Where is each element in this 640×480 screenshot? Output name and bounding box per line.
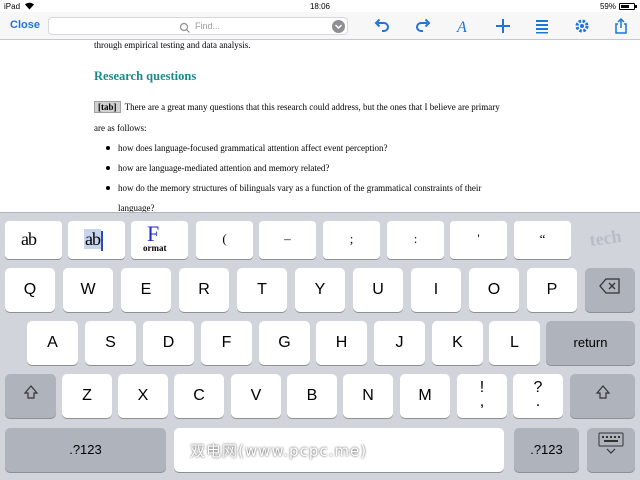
key-question-period[interactable]: ?. [513,374,563,418]
paragraph-line: [tab] There are a great many questions t… [94,101,500,113]
key-u[interactable]: U [353,268,403,312]
battery-icon [619,3,637,10]
tech-logo: tech [577,221,634,259]
key-f[interactable]: F [201,321,252,365]
document-body[interactable]: through empirical testing and data analy… [0,40,640,212]
key-h[interactable]: H [316,321,367,365]
numbers-key-right[interactable]: .?123 [514,428,579,472]
toolbar: Close A [0,12,640,40]
shortcut-label: ab [84,229,101,249]
list-item-continuation: language? [118,203,155,212]
key-colon[interactable]: : [387,221,444,259]
shift-key-left[interactable] [5,374,56,418]
hide-keyboard-key[interactable] [587,428,635,472]
key-o[interactable]: O [469,268,519,312]
delete-key[interactable] [585,268,635,312]
key-apostrophe[interactable]: ' [450,221,507,259]
key-m[interactable]: M [400,374,450,418]
key-d[interactable]: D [143,321,194,365]
paragraph-text: through empirical testing and data analy… [94,40,251,50]
share-icon[interactable] [612,17,630,35]
key-v[interactable]: V [231,374,281,418]
undo-icon[interactable] [373,17,391,35]
key-e[interactable]: E [121,268,171,312]
shift-key-right[interactable] [570,374,635,418]
key-g[interactable]: G [259,321,310,365]
navigator-icon[interactable] [533,17,551,35]
key-y[interactable]: Y [295,268,345,312]
shortcut-select-word[interactable]: ab [5,221,62,259]
paragraph-text: are as follows: [94,123,147,133]
find-field[interactable] [48,17,348,35]
key-q[interactable]: Q [5,268,55,312]
backspace-icon [599,268,621,312]
key-exclamation-comma[interactable]: !, [457,374,507,418]
key-z[interactable]: Z [62,374,112,418]
clock: 18:06 [309,2,331,11]
key-k[interactable]: K [432,321,483,365]
key-l[interactable]: L [489,321,540,365]
tab-marker: [tab] [94,101,121,113]
key-semicolon[interactable]: ; [323,221,380,259]
key-x[interactable]: X [118,374,168,418]
shortcut-format[interactable]: F ormat [131,221,188,259]
key-a[interactable]: A [27,321,78,365]
key-r[interactable]: R [179,268,229,312]
key-n[interactable]: N [343,374,393,418]
paragraph-text: There are a great many questions that th… [124,102,500,112]
key-j[interactable]: J [374,321,425,365]
search-icon [179,21,191,33]
close-button[interactable]: Close [10,19,40,31]
battery-percent: 59% [599,2,616,11]
key-s[interactable]: S [85,321,136,365]
status-bar: iPad 18:06 59% [0,0,640,12]
text-format-icon[interactable]: A [454,17,472,36]
key-dash[interactable]: – [259,221,316,259]
add-icon[interactable] [494,17,512,35]
return-key[interactable]: return [546,321,635,365]
key-quote[interactable]: “ [514,221,571,259]
find-input[interactable] [195,19,325,33]
key-w[interactable]: W [63,268,113,312]
key-paren[interactable]: ( [196,221,253,259]
find-options-chevron-icon[interactable] [332,20,345,33]
key-t[interactable]: T [237,268,287,312]
key-p[interactable]: P [527,268,577,312]
format-word: ormat [143,243,167,253]
svg-text:A: A [456,19,467,35]
numbers-key-left[interactable]: .?123 [5,428,166,472]
key-i[interactable]: I [411,268,461,312]
keyboard-dismiss-icon [598,428,624,472]
section-heading: Research questions [94,69,197,83]
key-b[interactable]: B [287,374,337,418]
shift-icon [23,374,39,418]
shift-icon [595,374,611,418]
shortcut-label: ab [21,229,37,249]
gear-icon[interactable] [573,17,591,35]
shortcut-select-text[interactable]: ab [68,221,125,259]
redo-icon[interactable] [414,17,432,35]
key-c[interactable]: C [174,374,224,418]
watermark: 双电网(www.pcpc.me) [190,442,368,460]
